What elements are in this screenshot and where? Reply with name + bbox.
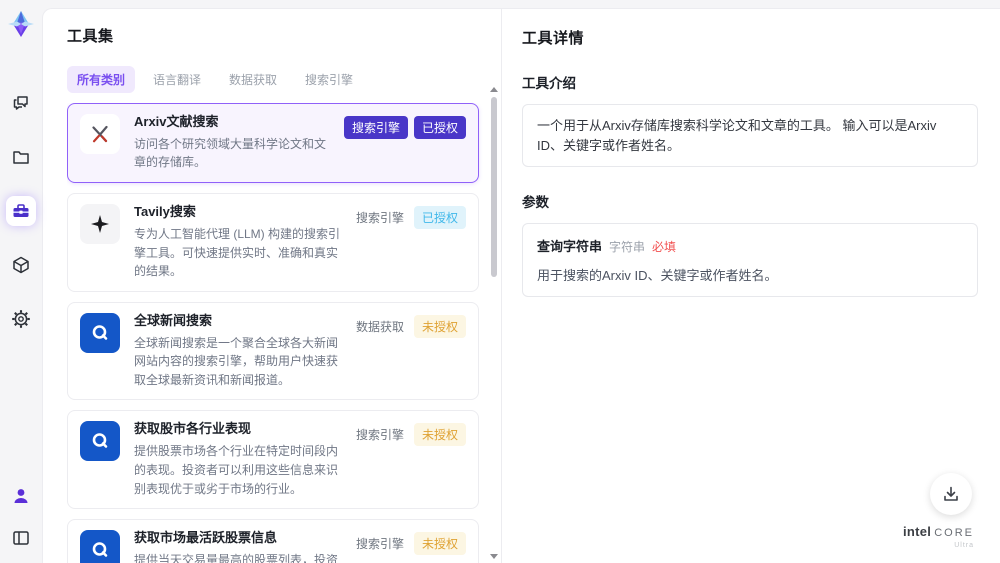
intel-core-logo: intel CORE Ultra (903, 525, 974, 549)
download-button[interactable] (930, 473, 972, 515)
scrollbar-thumb[interactable] (491, 97, 497, 277)
auth-status-badge: 未授权 (413, 532, 466, 556)
intel-wordmark: intel (902, 524, 932, 539)
content-panel: 工具集 所有类别 语言翻译 数据获取 搜索引擎 Arxiv文献搜索 访问各个研究… (42, 8, 1000, 563)
tool-description: 提供股票市场各个行业在特定时间段内的表现。投资者可以利用这些信息来识别表现优于或… (134, 444, 339, 496)
tool-card-arxiv[interactable]: Arxiv文献搜索 访问各个研究领域大量科学论文和文章的存储库。 搜索引擎 已授… (67, 103, 479, 184)
tool-description: 专为人工智能代理 (LLM) 构建的搜索引擎工具。可快速提供实时、准确和真实的结… (134, 226, 341, 279)
download-icon (944, 486, 958, 501)
user-profile-icon[interactable] (6, 481, 36, 511)
tab-all-categories[interactable]: 所有类别 (67, 66, 136, 93)
intro-heading: 工具介绍 (522, 76, 576, 91)
tool-name: 获取股市各行业表现 (134, 421, 252, 437)
auth-status-badge: 已授权 (413, 116, 466, 139)
tool-card-most-active-stocks[interactable]: 获取市场最活跃股票信息 提供当天交易量最高的股票列表，投资者可以利用这些信息来识… (67, 519, 479, 563)
folder-icon[interactable] (6, 142, 36, 172)
scroll-down-arrow[interactable] (490, 554, 498, 559)
tool-list-panel: 工具集 所有类别 语言翻译 数据获取 搜索引擎 Arxiv文献搜索 访问各个研究… (43, 9, 501, 563)
list-scrollbar[interactable] (490, 87, 498, 559)
parameter-item: 查询字符串 字符串 必填 用于搜索的Arxiv ID、关键字或作者姓名。 (522, 223, 978, 297)
magnifier-blue-icon (80, 421, 120, 462)
param-name: 查询字符串 (537, 239, 603, 254)
app-gem-logo (8, 11, 34, 37)
core-wordmark: CORE (934, 527, 974, 539)
four-point-star-icon (80, 204, 120, 245)
category-label: 数据获取 (355, 319, 404, 334)
category-label: 搜索引擎 (355, 428, 404, 443)
tab-data-fetch[interactable]: 数据获取 (219, 66, 287, 93)
tool-card-global-news[interactable]: 全球新闻搜索 全球新闻搜索是一个聚合全球各大新闻网站内容的搜索引擎，帮助用户快速… (67, 301, 479, 401)
tool-card-tavily[interactable]: Tavily搜索 专为人工智能代理 (LLM) 构建的搜索引擎工具。可快速提供实… (67, 193, 479, 292)
auth-status-badge: 已授权 (413, 206, 466, 230)
scroll-up-arrow[interactable] (490, 87, 498, 92)
tool-name: Tavily搜索 (134, 204, 196, 220)
tool-name: Arxiv文献搜索 (134, 114, 219, 129)
tool-description: 访问各个研究领域大量科学论文和文章的存储库。 (134, 136, 327, 170)
magnifier-blue-icon (80, 312, 120, 353)
tool-name: 获取市场最活跃股票信息 (134, 530, 278, 546)
collapse-panel-icon[interactable] (6, 523, 36, 553)
page-title: 工具集 (67, 28, 114, 45)
tier-label: Ultra (954, 542, 974, 549)
tool-list: Arxiv文献搜索 访问各个研究领域大量科学论文和文章的存储库。 搜索引擎 已授… (67, 103, 487, 563)
tab-language-translation[interactable]: 语言翻译 (143, 66, 211, 93)
tool-name: 全球新闻搜索 (134, 312, 213, 328)
tool-description: 提供当天交易量最高的股票列表，投资者可以利用这些信息来识别流动性强的股票和潜在的… (134, 552, 339, 563)
left-rail (0, 0, 42, 563)
param-description: 用于搜索的Arxiv ID、关键字或作者姓名。 (537, 268, 778, 283)
toolbox-icon[interactable] (6, 196, 36, 226)
tool-description: 全球新闻搜索是一个聚合全球各大新闻网站内容的搜索引擎，帮助用户快速获取全球最新资… (134, 335, 339, 387)
category-tabs: 所有类别 语言翻译 数据获取 搜索引擎 (67, 66, 487, 93)
magnifier-blue-icon (80, 530, 120, 563)
auth-status-badge: 未授权 (413, 314, 466, 338)
arxiv-x-icon (80, 114, 120, 154)
category-label: 搜索引擎 (355, 537, 404, 552)
param-required-flag: 必填 (652, 240, 677, 254)
tool-detail-panel: 工具详情 工具介绍 一个用于从Arxiv存储库搜索科学论文和文章的工具。 输入可… (501, 9, 1000, 563)
param-type: 字符串 (609, 240, 646, 254)
category-label: 搜索引擎 (355, 211, 404, 226)
chat-bubbles-icon[interactable] (6, 88, 36, 118)
auth-status-badge: 未授权 (413, 423, 466, 447)
package-cube-icon[interactable] (6, 250, 36, 280)
tool-card-sector-performance[interactable]: 获取股市各行业表现 提供股票市场各个行业在特定时间段内的表现。投资者可以利用这些… (67, 410, 479, 510)
detail-title: 工具详情 (522, 30, 585, 47)
category-badge: 搜索引擎 (343, 116, 408, 139)
intro-text-box: 一个用于从Arxiv存储库搜索科学论文和文章的工具。 输入可以是Arxiv ID… (522, 104, 978, 167)
tab-search-engine[interactable]: 搜索引擎 (295, 66, 363, 93)
settings-gear-icon[interactable] (6, 304, 36, 334)
params-heading: 参数 (522, 195, 549, 210)
app-window: 工具集 所有类别 语言翻译 数据获取 搜索引擎 Arxiv文献搜索 访问各个研究… (0, 0, 1000, 563)
